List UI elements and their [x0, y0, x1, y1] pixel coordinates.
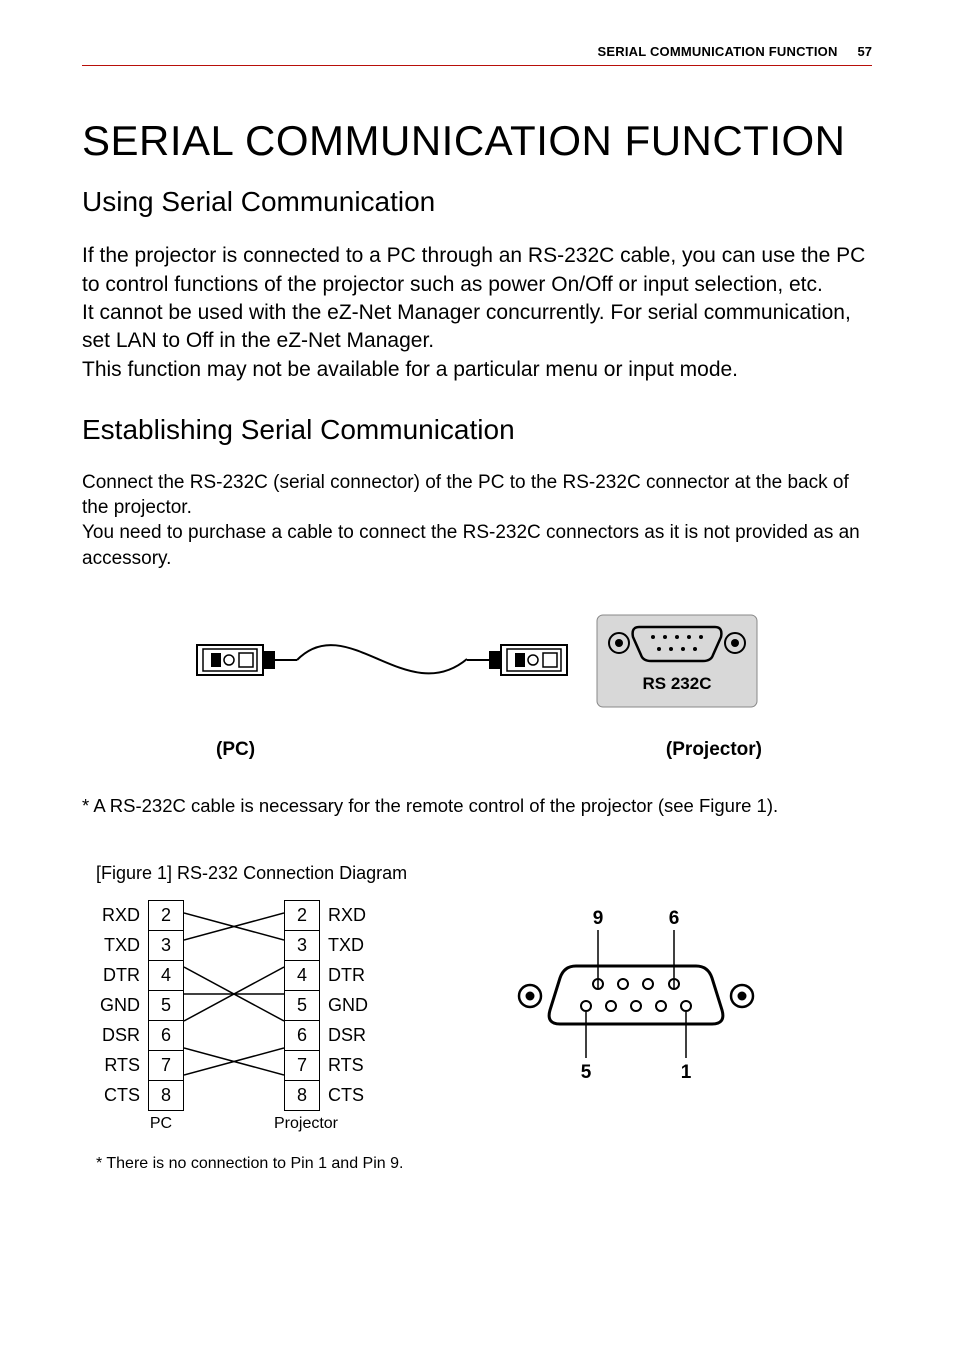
db9-pinout-diagram: 9 6	[506, 906, 766, 1091]
section1-body: If the projector is connected to a PC th…	[82, 242, 872, 384]
running-title: SERIAL COMMUNICATION FUNCTION	[598, 44, 838, 59]
pin-label-6: 6	[669, 908, 680, 929]
pin-footer-pc: PC	[96, 1115, 226, 1133]
connection-diagram-svg: RS 232C	[177, 599, 777, 729]
diagram-label-projector: (Projector)	[666, 739, 762, 761]
pin-label-5: 5	[581, 1062, 592, 1083]
pin-label-1: 1	[681, 1062, 692, 1083]
db9-connector-icon: 9 6	[506, 906, 766, 1086]
page-header: SERIAL COMMUNICATION FUNCTION 57	[82, 44, 872, 66]
page-number: 57	[858, 44, 872, 59]
connection-diagram: RS 232C (PC) (Projector)	[177, 599, 777, 761]
section1-heading: Using Serial Communication	[82, 186, 872, 218]
page: SERIAL COMMUNICATION FUNCTION 57 SERIAL …	[0, 0, 954, 1354]
section2-body: Connect the RS-232C (serial connector) o…	[82, 470, 872, 571]
pin-label-9: 9	[593, 908, 604, 929]
port-label-text: RS 232C	[643, 674, 712, 693]
pin-table: RXD 2	[96, 900, 386, 1133]
pin-footer-projector: Projector	[226, 1115, 386, 1133]
note-pin: * There is no connection to Pin 1 and Pi…	[96, 1155, 872, 1173]
note-cable: * A RS-232C cable is necessary for the r…	[82, 795, 872, 817]
figure1-caption: [Figure 1] RS-232 Connection Diagram	[96, 863, 872, 884]
page-title: SERIAL COMMUNICATION FUNCTION	[82, 118, 872, 164]
table-row: RXD 2	[96, 900, 372, 930]
wiring-lines-icon	[184, 897, 284, 1097]
diagram-label-pc: (PC)	[192, 739, 255, 761]
section2-heading: Establishing Serial Communication	[82, 414, 872, 446]
